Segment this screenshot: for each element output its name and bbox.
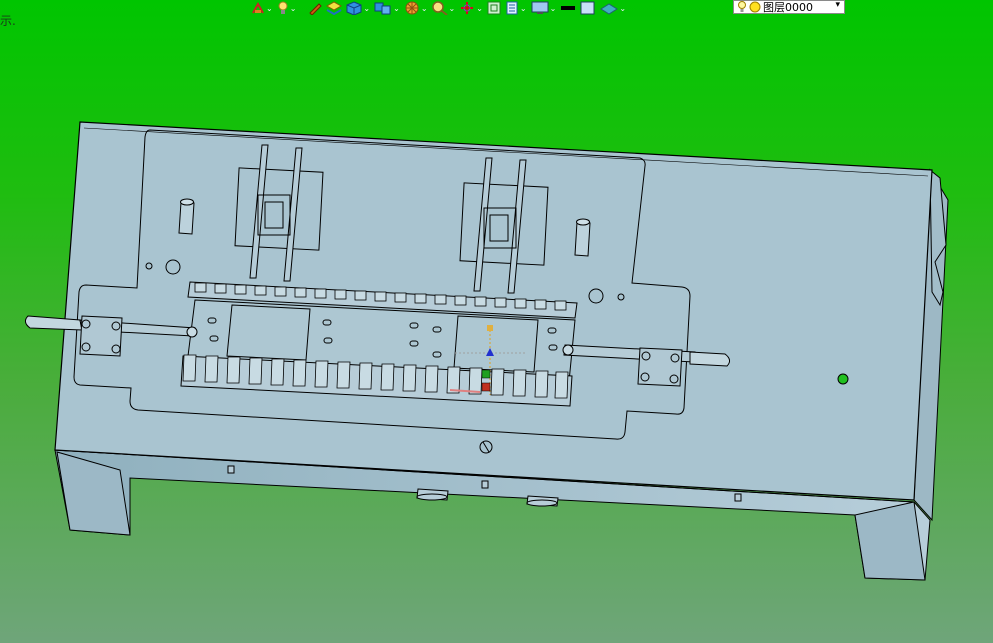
cad-viewport[interactable]: [0, 0, 993, 643]
locating-pin-left[interactable]: [178, 198, 195, 235]
right-leg: [854, 501, 926, 581]
green-marker[interactable]: [837, 373, 849, 385]
locating-pin-right[interactable]: [574, 218, 591, 257]
